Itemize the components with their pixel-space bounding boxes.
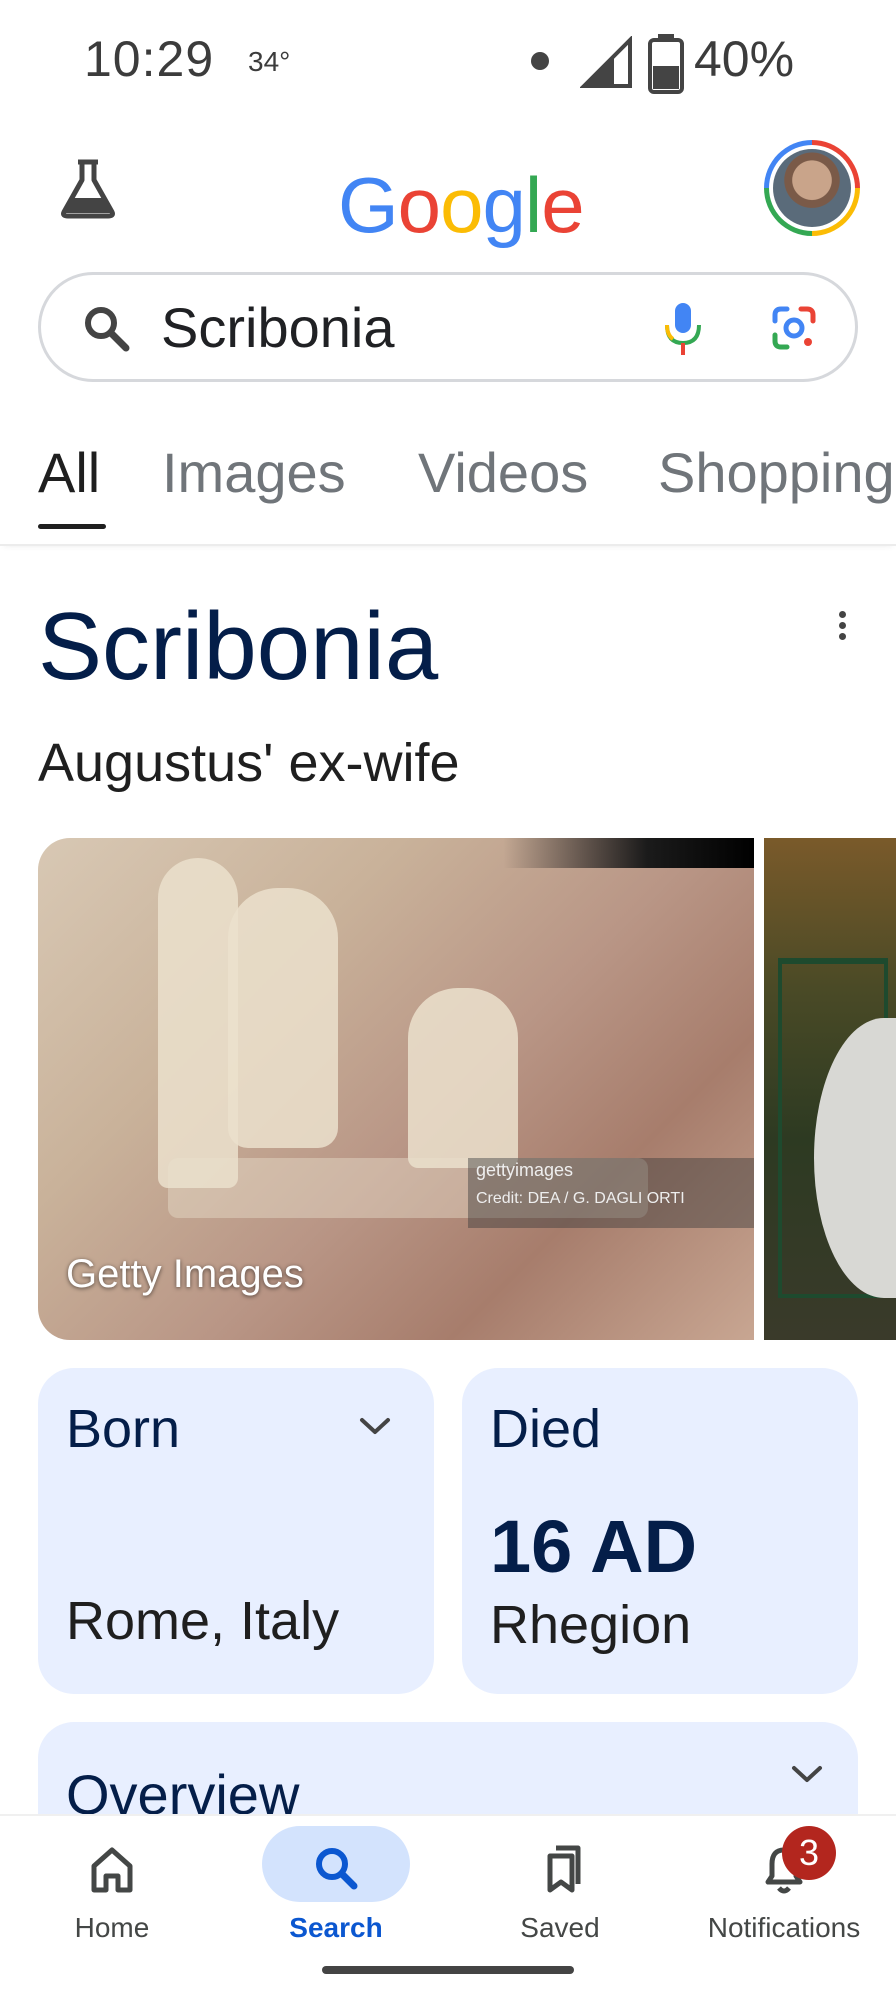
entity-title: Scribonia <box>38 593 439 700</box>
born-place: Rome, Italy <box>66 1591 340 1651</box>
chevron-down-icon <box>360 1418 390 1434</box>
died-label: Died <box>490 1399 602 1459</box>
born-card[interactable]: Born Rome, Italy <box>38 1368 434 1694</box>
avatar-ring <box>769 145 855 231</box>
status-bar: 10:29 34° 40% <box>0 0 896 120</box>
chevron-down-icon <box>792 1766 822 1782</box>
died-year: 16 AD <box>490 1505 698 1588</box>
status-time: 10:29 <box>84 31 215 87</box>
nav-home-label: Home <box>74 1912 150 1943</box>
status-temperature: 34° <box>248 46 291 77</box>
entity-image-secondary[interactable] <box>764 838 896 1340</box>
nav-notifications[interactable]: Notifications <box>672 1816 896 1966</box>
image-source-caption: Getty Images <box>66 1252 304 1296</box>
account-avatar[interactable] <box>764 140 860 236</box>
flask-icon[interactable] <box>56 156 120 220</box>
died-place: Rhegion <box>490 1595 692 1655</box>
search-bar[interactable]: Scribonia <box>38 272 858 382</box>
nav-notifications-label: Notifications <box>707 1912 861 1943</box>
search-icon <box>316 1848 358 1890</box>
home-indicator[interactable] <box>322 1966 574 1974</box>
nav-saved-label: Saved <box>520 1912 600 1943</box>
search-input[interactable]: Scribonia <box>161 295 394 360</box>
bookmarks-icon <box>547 1845 581 1893</box>
died-card[interactable]: Died 16 AD Rhegion <box>462 1368 858 1694</box>
home-icon <box>91 1847 133 1893</box>
tab-images[interactable]: Images <box>162 440 346 505</box>
entity-image[interactable]: gettyimages Credit: DEA / G. DAGLI ORTI … <box>38 838 754 1340</box>
tab-videos[interactable]: Videos <box>418 440 588 505</box>
tab-all[interactable]: All <box>38 440 100 505</box>
google-logo-letter: o <box>440 161 483 249</box>
relief-figure <box>158 858 238 1188</box>
google-logo-letter: G <box>338 161 399 249</box>
nav-search-label: Search <box>289 1912 383 1943</box>
battery-percent: 40% <box>694 31 795 87</box>
mic-icon[interactable] <box>663 301 703 357</box>
notification-count-badge: 3 <box>782 1826 836 1880</box>
watermark-credit: Credit: DEA / G. DAGLI ORTI <box>476 1190 685 1207</box>
more-options-icon[interactable] <box>830 608 854 648</box>
google-logo-letter: o <box>397 161 441 249</box>
nav-saved[interactable]: Saved <box>448 1816 672 1966</box>
search-icon <box>85 307 130 352</box>
google-logo-letter: l <box>524 161 542 249</box>
avatar-image <box>773 149 851 227</box>
active-tab-indicator <box>38 524 106 529</box>
google-logo-letter: e <box>541 161 584 249</box>
watermark-text: gettyimages <box>476 1160 574 1180</box>
nav-search[interactable]: Search <box>224 1816 448 1966</box>
relief-figure <box>228 888 338 1148</box>
lens-camera-icon[interactable] <box>769 303 819 353</box>
battery-icon <box>648 34 684 94</box>
entity-subtitle: Augustus' ex-wife <box>38 733 460 793</box>
notification-dot-icon <box>531 52 549 70</box>
tab-shopping[interactable]: Shopping <box>658 440 895 505</box>
nav-home[interactable]: Home <box>0 1816 224 1966</box>
relief-figure <box>408 988 518 1168</box>
google-logo[interactable]: Google <box>338 160 585 251</box>
search-tabs: All Images Videos Shopping <box>0 430 896 546</box>
google-logo-letter: g <box>482 161 525 249</box>
born-label: Born <box>66 1399 181 1459</box>
signal-icon <box>580 36 632 88</box>
